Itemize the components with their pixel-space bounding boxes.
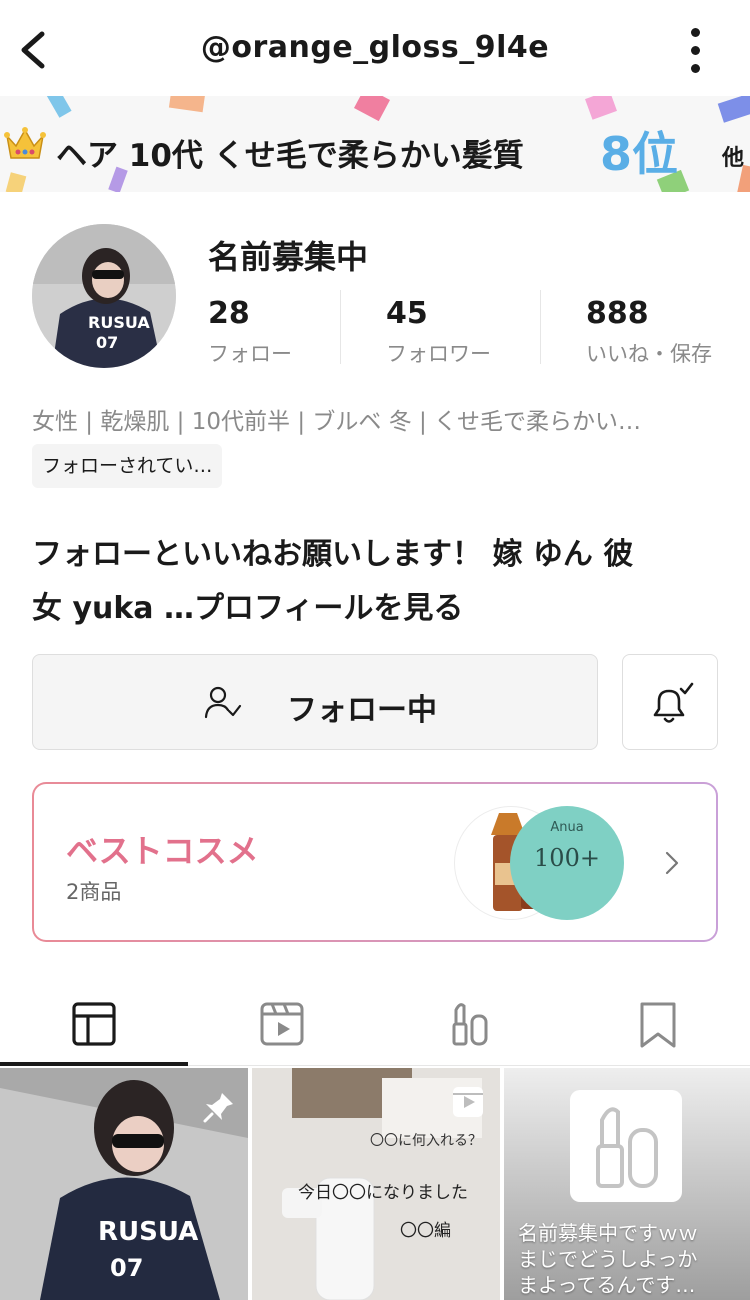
ranking-more: 他 xyxy=(722,146,745,171)
post-caption: まじでどうしよっか xyxy=(518,1247,698,1271)
confetti-decoration xyxy=(585,96,617,120)
ranking-position: 8位 xyxy=(600,127,679,181)
stat-label: いいね・保存 xyxy=(586,342,712,366)
confetti-decoration xyxy=(5,172,27,192)
following-button[interactable]: フォロー中 xyxy=(32,654,598,750)
username-title: @orange_gloss_9l4e xyxy=(200,30,550,65)
avatar[interactable]: RUSUA 07 xyxy=(32,224,176,368)
stat-label: フォロワー xyxy=(386,342,491,366)
best-cosme-title: ベストコスメ xyxy=(66,832,259,870)
confetti-decoration xyxy=(168,96,206,113)
bio-line: フォローといいねお願いします！ 嫁 ゆん 彼 xyxy=(32,537,634,572)
svg-text:RUSUA: RUSUA xyxy=(88,313,150,332)
post-caption: 名前募集中ですｗｗ xyxy=(518,1221,698,1245)
stat-divider xyxy=(540,290,541,364)
svg-text:RUSUA: RUSUA xyxy=(98,1217,198,1247)
pin-icon xyxy=(202,1090,236,1128)
stat-following[interactable]: 28 フォロー xyxy=(208,296,292,368)
grid-post[interactable]: RUSUA 07 xyxy=(0,1068,248,1300)
bookmark-icon xyxy=(640,1002,676,1048)
stat-likes[interactable]: 888 いいね・保存 xyxy=(586,296,712,368)
lipstick-icon xyxy=(452,1003,488,1046)
product-brand: Anua xyxy=(550,820,584,835)
grid-post[interactable]: 名前募集中ですｗｗ まじでどうしよっか まよってるんです… xyxy=(504,1068,750,1300)
post-caption: 〇〇編 xyxy=(400,1221,451,1241)
top-bar: @orange_gloss_9l4e xyxy=(0,0,750,96)
following-label: フォロー中 xyxy=(287,693,437,728)
lipstick-icon xyxy=(570,1090,682,1202)
confetti-decoration xyxy=(46,96,72,118)
tab-videos[interactable] xyxy=(252,994,312,1054)
product-thumbnail: Anua 100+ xyxy=(510,806,624,920)
stat-value: 45 xyxy=(386,296,428,331)
confetti-decoration xyxy=(717,96,750,123)
stat-divider xyxy=(340,290,341,364)
crown-icon xyxy=(4,126,46,162)
stat-value: 28 xyxy=(208,296,250,331)
active-tab-indicator xyxy=(0,1062,188,1066)
stat-followers[interactable]: 45 フォロワー xyxy=(386,296,491,368)
best-cosme-inner: ベストコスメ 2商品 Anua 100+ xyxy=(34,784,716,940)
tab-posts[interactable] xyxy=(64,994,124,1054)
more-vertical-icon[interactable] xyxy=(688,28,704,74)
stat-label: フォロー xyxy=(208,342,292,366)
post-caption: 今日〇〇になりました xyxy=(298,1183,468,1203)
video-icon xyxy=(260,1002,304,1046)
post-caption: 〇〇に何入れる？ xyxy=(370,1133,482,1149)
profile-name: 名前募集中 xyxy=(208,238,369,276)
stat-value: 888 xyxy=(586,296,649,331)
best-cosme-count: 2商品 xyxy=(66,880,122,904)
profile-bio[interactable]: フォローといいねお願いします！ 嫁 ゆん 彼 女 yuka …プロフィールを見る xyxy=(32,528,722,636)
follows-you-badge: フォローされてい… xyxy=(32,444,223,488)
tab-cosmetics[interactable] xyxy=(440,994,500,1054)
product-label: 100+ xyxy=(534,844,600,872)
bell-check-icon xyxy=(653,682,694,723)
video-badge-icon xyxy=(450,1084,486,1124)
post-caption: まよってるんです… xyxy=(518,1273,696,1297)
svg-text:07: 07 xyxy=(110,1254,143,1282)
ranking-category: ヘア 10代 くせ毛で柔らかい髪質 xyxy=(56,138,524,174)
tab-saved[interactable] xyxy=(628,994,688,1054)
notification-button[interactable] xyxy=(622,654,718,750)
profile-tags: 女性 | 乾燥肌 | 10代前半 | ブルベ 冬 | くせ毛で柔らかい… xyxy=(32,409,642,435)
bio-line: 女 yuka …プロフィールを見る xyxy=(32,591,464,626)
chevron-right-icon xyxy=(664,850,680,880)
svg-text:07: 07 xyxy=(96,333,118,352)
profile-tabs xyxy=(0,984,750,1066)
best-cosme-card[interactable]: ベストコスメ 2商品 Anua 100+ xyxy=(32,782,718,942)
grid-icon xyxy=(72,1002,116,1046)
user-check-icon xyxy=(203,683,243,723)
ranking-banner[interactable]: ヘア 10代 くせ毛で柔らかい髪質 8位 他 xyxy=(0,96,750,192)
grid-post[interactable]: 〇〇に何入れる？ 今日〇〇になりました 〇〇編 xyxy=(252,1068,500,1300)
confetti-decoration xyxy=(354,96,390,122)
